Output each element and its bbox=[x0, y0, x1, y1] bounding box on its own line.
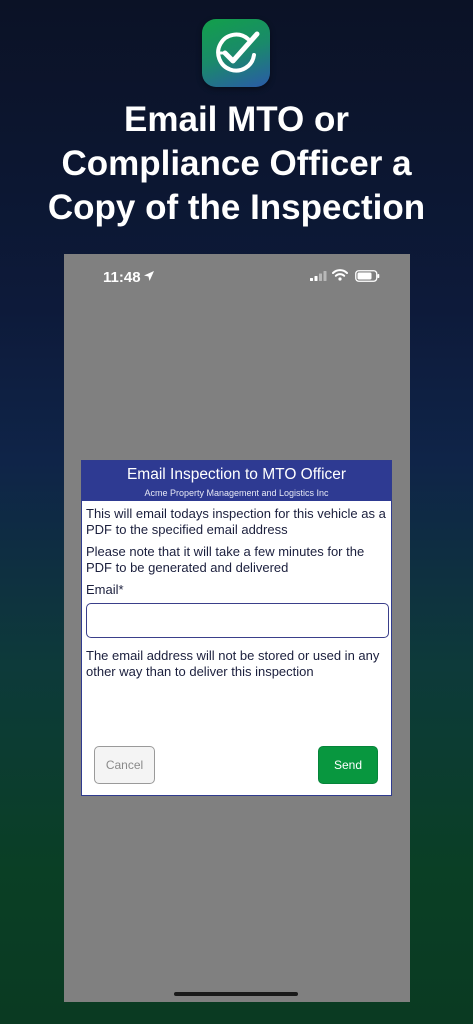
location-arrow-icon bbox=[144, 271, 154, 281]
wifi-icon bbox=[332, 269, 348, 281]
info-paragraph: This will email todays inspection for th… bbox=[86, 506, 386, 537]
email-field[interactable] bbox=[86, 603, 389, 638]
status-bar: 11:48 bbox=[64, 254, 410, 300]
privacy-note: The email address will not be stored or … bbox=[86, 648, 380, 679]
cancel-button[interactable]: Cancel bbox=[94, 746, 155, 784]
headline: Email MTO or Compliance Officer a Copy o… bbox=[47, 100, 426, 227]
home-indicator[interactable] bbox=[174, 992, 298, 996]
email-label: Email* bbox=[86, 582, 124, 597]
dialog-subtitle: Acme Property Management and Logistics I… bbox=[144, 488, 329, 498]
battery-icon bbox=[355, 270, 380, 282]
app-icon bbox=[202, 19, 270, 87]
dialog-title: Email Inspection to MTO Officer bbox=[126, 466, 347, 483]
status-time: 11:48 bbox=[103, 269, 141, 286]
phone-screen: 11:48 Email Inspection to MTO Officer Ac… bbox=[64, 254, 410, 1002]
signal-icon bbox=[310, 271, 327, 281]
checkmark-clock-icon bbox=[216, 31, 260, 73]
email-inspection-dialog: Email Inspection to MTO Officer Acme Pro… bbox=[81, 460, 392, 796]
send-button[interactable]: Send bbox=[318, 746, 378, 784]
notice-paragraph: Please note that it will take a few minu… bbox=[86, 544, 365, 575]
dialog-body: This will email todays inspection for th… bbox=[82, 501, 391, 680]
dialog-header: Email Inspection to MTO Officer Acme Pro… bbox=[82, 461, 391, 501]
